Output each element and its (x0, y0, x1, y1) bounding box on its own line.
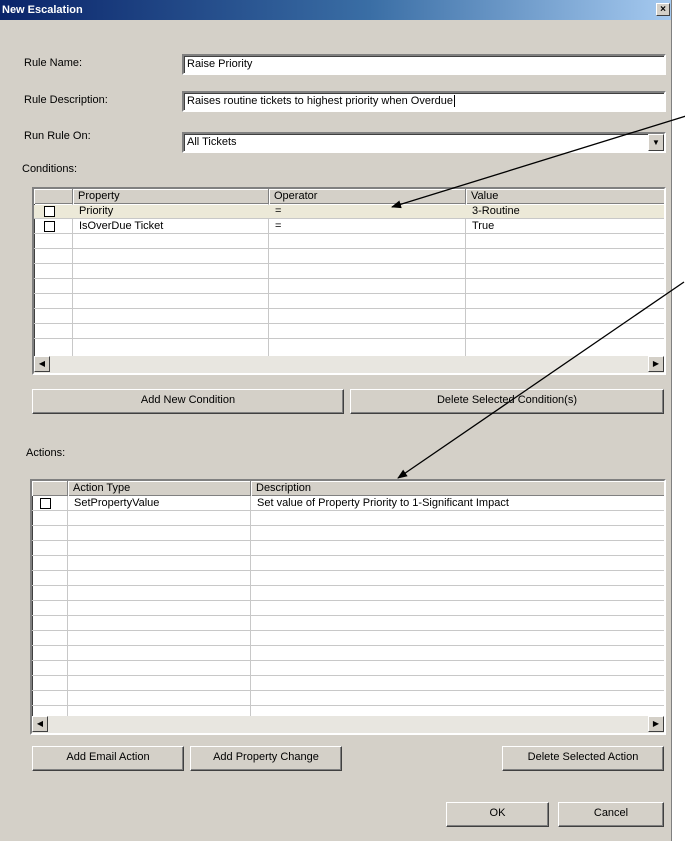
annotation-arrow (397, 281, 685, 479)
annotation-arrows (391, 115, 685, 479)
annotation-arrow (391, 115, 685, 209)
